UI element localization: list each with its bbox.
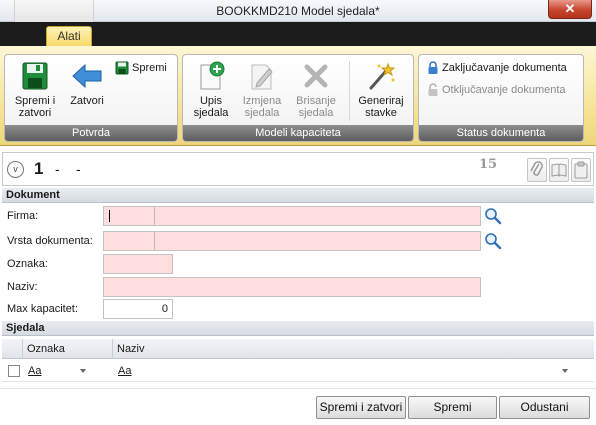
oznaka-label: Oznaka: [7, 258, 48, 270]
naziv-label: Naziv: [7, 281, 38, 293]
naziv-filter-operator[interactable]: Aa [118, 365, 131, 377]
column-header-oznaka[interactable]: Oznaka [22, 339, 112, 359]
save-button[interactable]: Spremi [115, 61, 167, 75]
ribbon-tab-strip: Alati [0, 22, 596, 47]
save-and-close-footer-button[interactable]: Spremi i zatvori [316, 396, 406, 419]
ribbon-group-status-dokumenta: Zaključavanje dokumenta Otključavanje do… [418, 54, 584, 142]
book-button[interactable] [549, 158, 569, 182]
oznaka-filter-operator[interactable]: Aa [28, 365, 41, 377]
add-seat-label: Upis sjedala [193, 95, 229, 119]
attach-icon [530, 161, 543, 176]
collapse-button[interactable]: v [7, 161, 24, 178]
attach-button[interactable] [527, 158, 547, 182]
clipboard-icon [574, 161, 588, 179]
delete-seat-label: Brisanje sjedala [296, 95, 336, 119]
edit-document-icon [251, 64, 273, 90]
filter-row: Aa Aa [2, 360, 594, 382]
title-bar: BOOKKMD210 Model sjedala* ✕ [0, 0, 596, 22]
section-sjedala: Sjedala [2, 321, 594, 336]
vrsta-dokumenta-field[interactable] [103, 231, 481, 251]
footer-divider [0, 388, 596, 389]
max-kapacitet-label: Max kapacitet: [7, 303, 78, 315]
generate-items-label: Generiraj stavke [358, 95, 404, 119]
ribbon-group-potvrda: Spremi i zatvori Zatvori Spremi Potvrda [4, 54, 178, 142]
ribbon-group-modeli-kapaciteta: Upis sjedala Izmjena sjedala Brisanje sj… [182, 54, 414, 142]
save-and-close-label: Spremi i zatvori [14, 95, 56, 119]
save-and-close-button[interactable]: Spremi i zatvori [11, 61, 59, 119]
add-seat-button[interactable]: Upis sjedala [187, 61, 235, 119]
window-title: BOOKKMD210 Model sjedala* [216, 4, 380, 18]
naziv-field[interactable] [103, 277, 481, 297]
group-label-modeli-kapaciteta: Modeli kapaciteta [183, 125, 413, 141]
edit-seat-label: Izmjena sjedala [242, 95, 282, 119]
seats-grid-header: Oznaka Naziv [2, 339, 594, 359]
lock-document-label: Zaključavanje dokumenta [442, 62, 567, 74]
row-checkbox[interactable] [8, 365, 20, 377]
firma-field[interactable] [103, 206, 481, 226]
lock-document-button[interactable]: Zaključavanje dokumenta [427, 61, 567, 75]
close-window-button[interactable]: ✕ [548, 0, 592, 19]
chevron-down-icon[interactable] [562, 369, 568, 373]
cancel-button[interactable]: Odustani [499, 396, 590, 419]
section-dokument: Dokument [2, 188, 594, 203]
field-divider [154, 232, 155, 250]
text-cursor [109, 210, 110, 222]
group-label-potvrda: Potvrda [5, 125, 177, 141]
close-button[interactable]: Zatvori [65, 61, 109, 107]
unlock-document-button[interactable]: Otključavanje dokumenta [427, 83, 566, 97]
generate-items-button[interactable]: Generiraj stavke [353, 61, 409, 119]
delete-icon [304, 64, 328, 88]
group-label-status-dokumenta: Status dokumenta [419, 125, 583, 141]
ribbon-separator [349, 61, 350, 121]
firma-search-icon[interactable] [484, 207, 502, 225]
book-icon [551, 163, 567, 177]
edit-seat-button[interactable]: Izmjena sjedala [237, 61, 287, 119]
tab-alati[interactable]: Alati [46, 26, 92, 47]
save-label: Spremi [132, 62, 167, 74]
document-separator-1: - [55, 161, 60, 177]
unlock-document-label: Otključavanje dokumenta [442, 84, 566, 96]
chevron-down-icon[interactable] [80, 369, 86, 373]
close-label: Zatvori [70, 95, 104, 107]
delete-seat-button[interactable]: Brisanje sjedala [289, 61, 343, 119]
oznaka-field[interactable] [103, 254, 173, 274]
vrsta-search-icon[interactable] [484, 232, 502, 250]
add-document-icon [200, 61, 225, 90]
document-count: 15 [479, 157, 498, 172]
document-separator-2: - [76, 161, 81, 177]
vrsta-dokumenta-label: Vrsta dokumenta: [7, 235, 93, 247]
field-divider [154, 207, 155, 225]
firma-label: Firma: [7, 210, 39, 222]
lock-icon [428, 61, 438, 74]
document-header: v 1 - - 15 [2, 152, 594, 186]
select-column-header [2, 339, 22, 359]
save-icon [115, 61, 129, 75]
document-number: 1 [34, 159, 44, 178]
magic-wand-icon [369, 62, 396, 90]
arrow-left-icon [72, 63, 102, 89]
save-close-icon [22, 62, 48, 90]
max-kapacitet-field[interactable]: 0 [103, 299, 173, 319]
unlock-icon [428, 83, 438, 96]
column-header-naziv[interactable]: Naziv [112, 339, 594, 359]
save-footer-button[interactable]: Spremi [408, 396, 497, 419]
clipboard-button[interactable] [571, 158, 591, 182]
ribbon: Spremi i zatvori Zatvori Spremi Potvrda [0, 46, 596, 146]
